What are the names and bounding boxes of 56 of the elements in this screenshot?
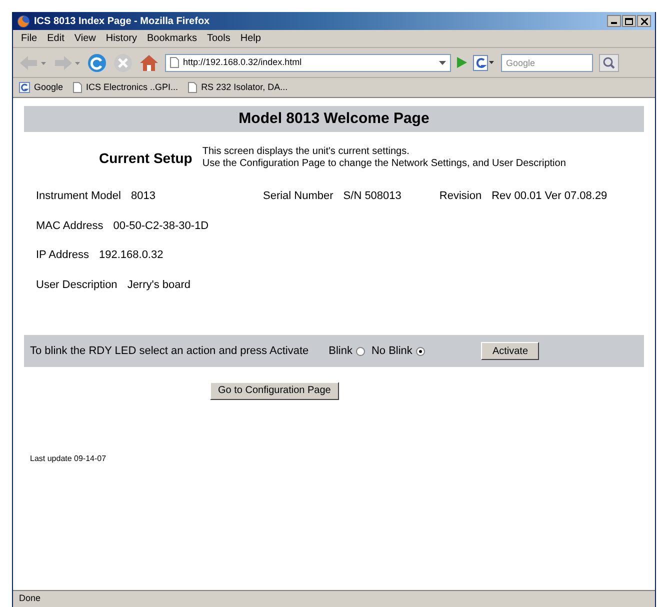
field-label: IP Address <box>36 248 89 263</box>
bookmark-link[interactable]: ICS Electronics ..GPI... <box>86 80 178 94</box>
field-label: Instrument Model <box>36 189 121 204</box>
go-icon[interactable] <box>457 57 467 68</box>
field-value: 00-50-C2-38-30-1D <box>113 218 209 234</box>
menu-item[interactable]: View <box>74 31 96 46</box>
dropdown-icon[interactable] <box>439 60 446 64</box>
url-text: http://192.168.0.32/index.html <box>183 56 302 69</box>
google-icon <box>19 82 30 93</box>
radio-button[interactable] <box>416 346 426 356</box>
description-text: Use the Configuration Page to change the Network Settings, and User Description <box>202 158 566 170</box>
last-update: Last update 09-14-07 <box>29 453 108 465</box>
home-icon[interactable] <box>139 52 159 72</box>
field-label: Serial Number <box>262 189 334 204</box>
reload-icon[interactable] <box>87 52 107 72</box>
menu-item[interactable]: File <box>21 31 38 46</box>
radio-button[interactable] <box>356 346 366 356</box>
page-icon <box>170 57 179 68</box>
option-label: Blink <box>328 344 352 359</box>
menu-item[interactable]: Help <box>240 31 261 46</box>
menu-item[interactable]: Edit <box>47 31 64 46</box>
close-icon <box>640 18 648 24</box>
activate-button[interactable]: Activate <box>481 342 540 360</box>
window-title: ICS 8013 Index Page - Mozilla Firefox <box>34 14 210 28</box>
field-value: S/N 508013 <box>343 189 402 204</box>
section-title: Current Setup <box>99 148 192 168</box>
description-text: This screen displays the unit's current settings. <box>202 146 410 158</box>
bookmark-link[interactable]: RS 232 Isolator, DA... <box>201 80 288 94</box>
status-text: Done <box>19 592 41 606</box>
field-value: Jerry's board <box>127 278 191 292</box>
search-engine-icon[interactable] <box>473 54 495 70</box>
search-icon[interactable] <box>599 54 619 72</box>
search-field[interactable]: Google <box>501 54 593 72</box>
bookmark-link[interactable]: Google <box>34 80 64 94</box>
page-icon <box>188 82 198 93</box>
option-label: No Blink <box>371 344 412 359</box>
field-value: 192.168.0.32 <box>99 248 164 263</box>
blink-prompt: To blink the RDY LED select an action and press Activate <box>30 344 309 359</box>
page-icon <box>73 82 82 93</box>
maximize-icon <box>625 18 633 24</box>
firefox-icon <box>17 14 30 28</box>
close-button[interactable] <box>637 15 651 27</box>
menu-item[interactable]: Tools <box>207 31 230 46</box>
menu-item[interactable]: Bookmarks <box>146 31 197 46</box>
field-label: MAC Address <box>36 218 104 234</box>
field-label: Revision <box>439 189 482 204</box>
field-value: Rev 00.01 Ver 07.08.29 <box>492 189 608 204</box>
configuration-button[interactable]: Go to Configuration Page <box>210 382 339 400</box>
field-value: 8013 <box>130 189 156 204</box>
minimize-button[interactable] <box>607 15 621 27</box>
minimize-icon <box>611 22 617 24</box>
page-heading: Model 8013 Welcome Page <box>238 108 430 129</box>
menu-item[interactable]: History <box>106 31 137 46</box>
address-bar[interactable]: http://192.168.0.32/index.html <box>165 54 451 72</box>
maximize-button[interactable] <box>622 15 636 27</box>
field-label: User Description <box>36 278 118 292</box>
